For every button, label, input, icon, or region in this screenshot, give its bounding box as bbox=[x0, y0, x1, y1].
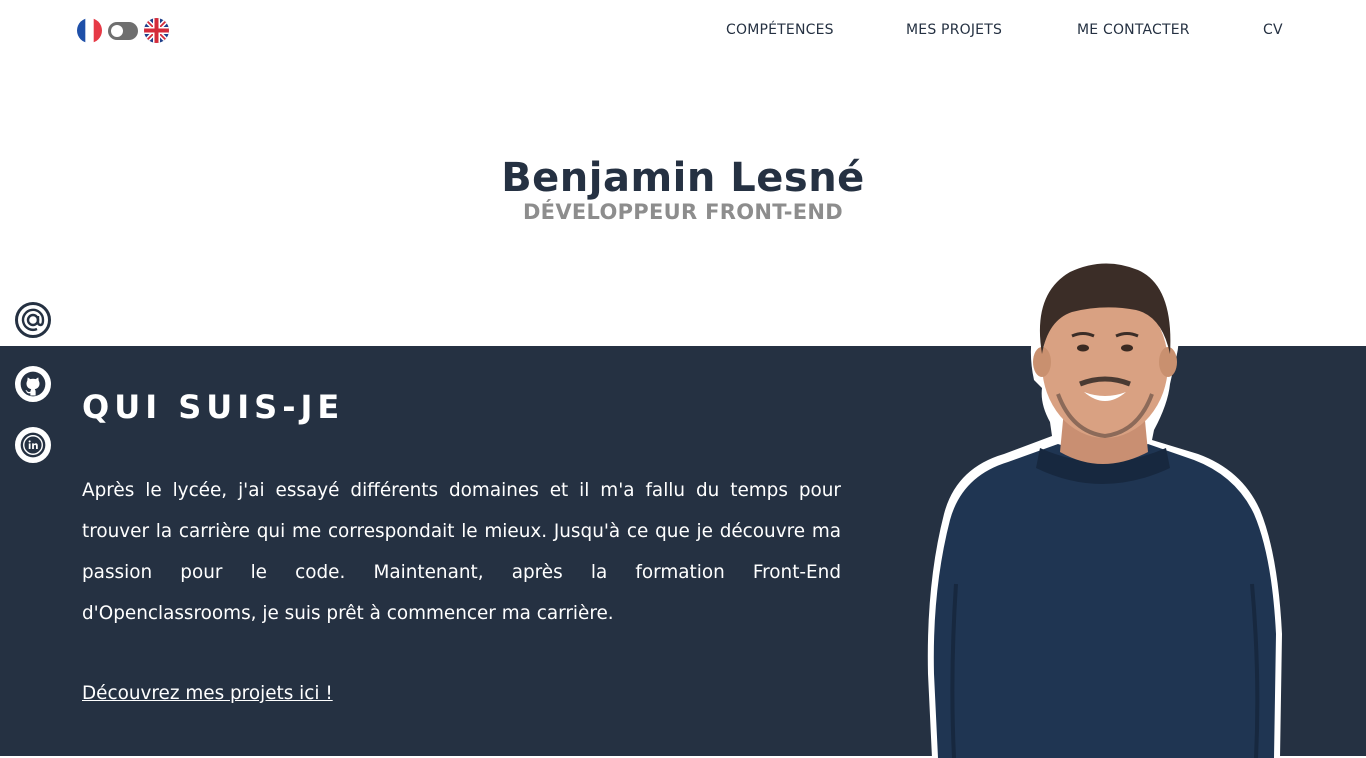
about-title: QUI SUIS-JE bbox=[82, 388, 345, 426]
linkedin-link[interactable] bbox=[15, 427, 51, 463]
github-link[interactable] bbox=[15, 366, 51, 402]
nav-projects[interactable]: MES PROJETS bbox=[906, 22, 1002, 38]
about-text: Après le lycée, j'ai essayé différents d… bbox=[82, 480, 841, 624]
at-sign-icon bbox=[21, 308, 45, 331]
top-bar: COMPÉTENCES MES PROJETS ME CONTACTER CV bbox=[0, 0, 1366, 62]
nav-competences[interactable]: COMPÉTENCES bbox=[726, 22, 834, 38]
projects-link[interactable]: Découvrez mes projets ici ! bbox=[82, 683, 333, 704]
main-nav: COMPÉTENCES MES PROJETS ME CONTACTER CV bbox=[0, 22, 1366, 42]
page-subtitle: DÉVELOPPEUR FRONT-END bbox=[522, 200, 844, 224]
nav-contact[interactable]: ME CONTACTER bbox=[1077, 22, 1190, 38]
email-link[interactable] bbox=[15, 302, 51, 338]
page-title: Benjamin Lesné bbox=[501, 155, 865, 201]
github-icon bbox=[20, 371, 46, 397]
portrait-photo bbox=[927, 258, 1282, 758]
nav-cv[interactable]: CV bbox=[1263, 22, 1283, 38]
hero: Benjamin Lesné DÉVELOPPEUR FRONT-END bbox=[0, 150, 1366, 224]
linkedin-icon bbox=[20, 432, 46, 458]
